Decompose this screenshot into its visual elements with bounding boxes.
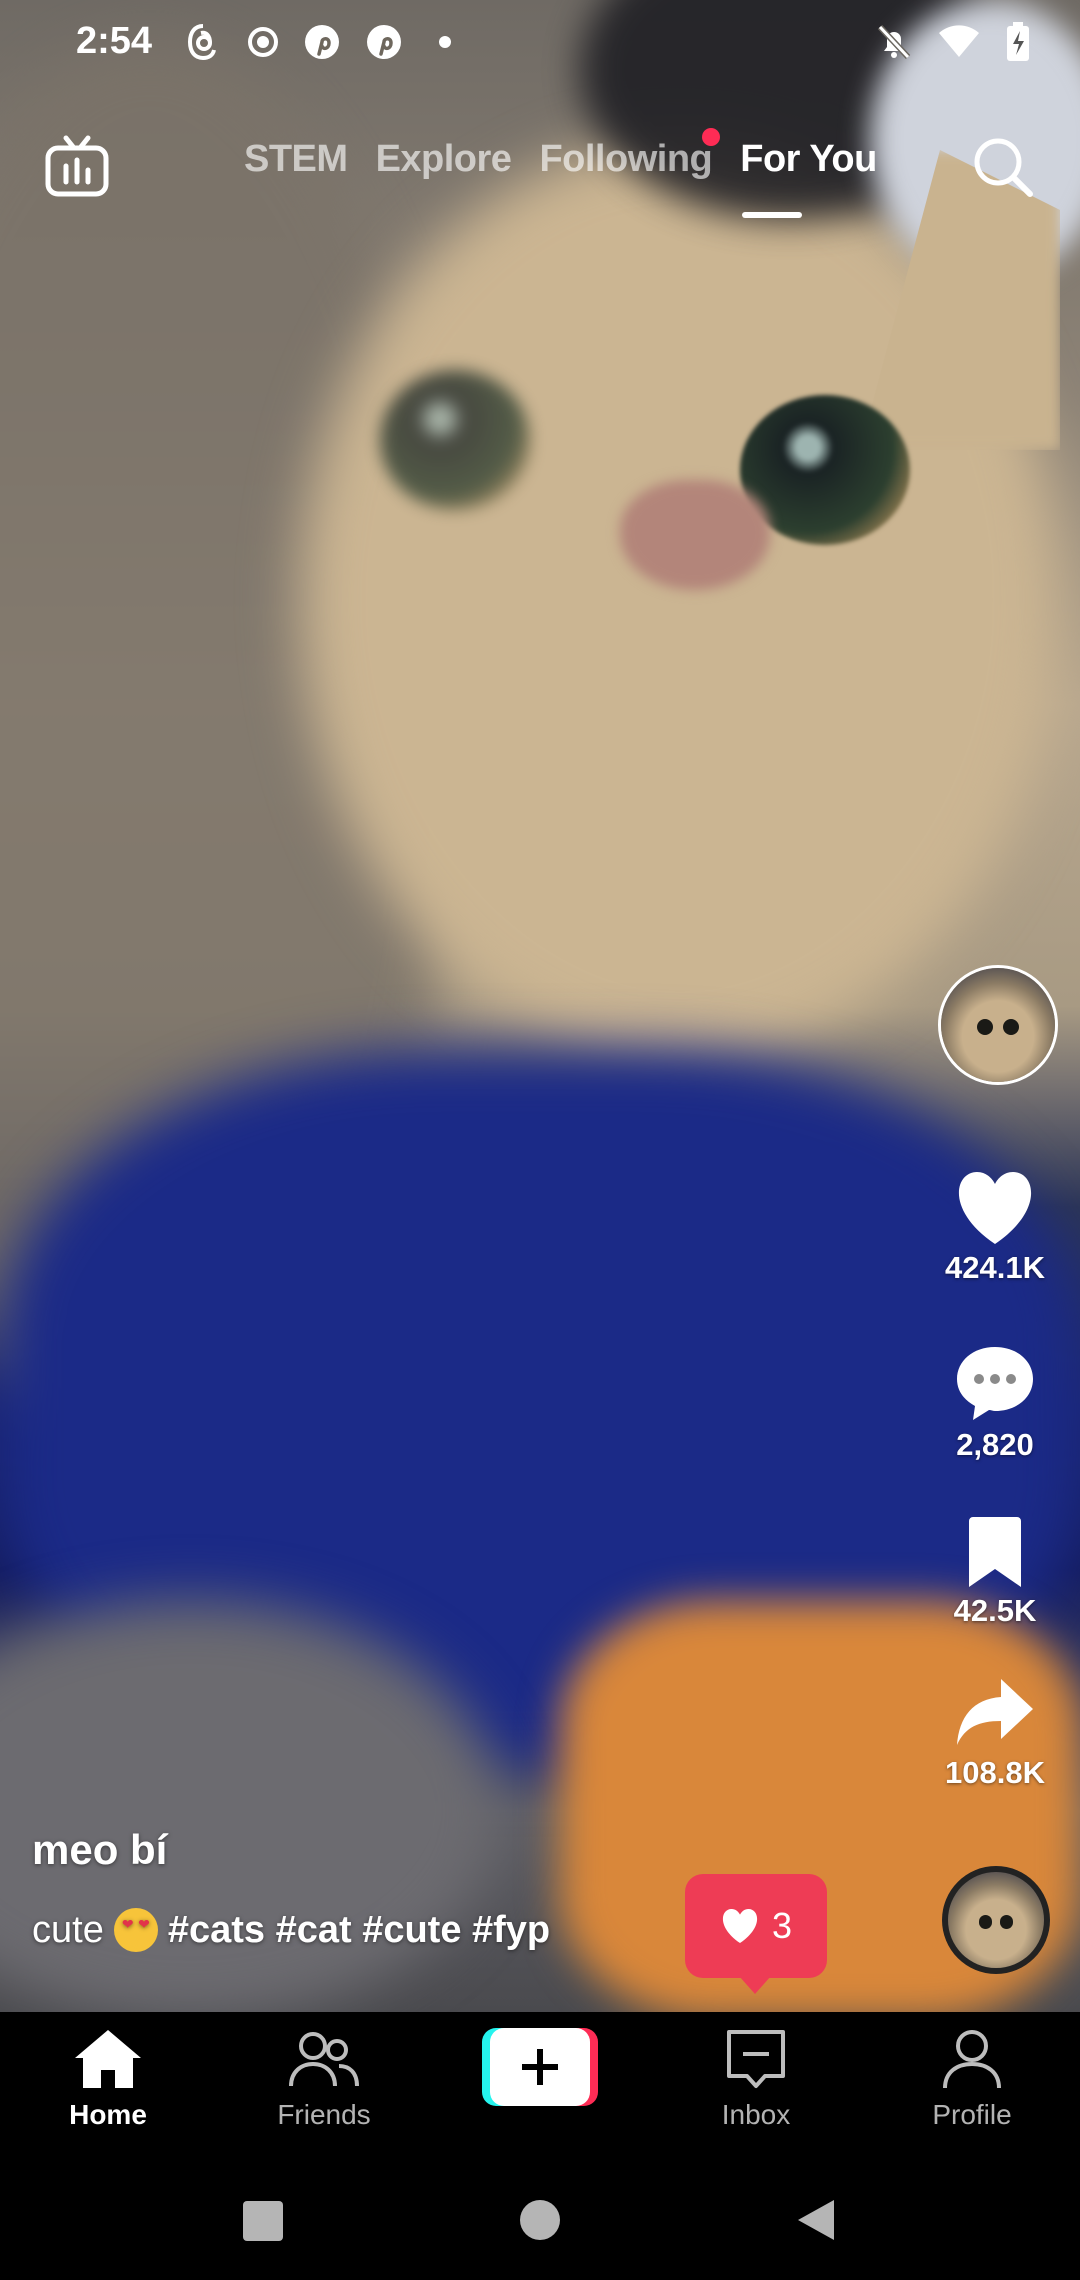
heart-eyes-emoji-icon (113, 1908, 158, 1952)
tab-following-label: Following (539, 138, 713, 180)
friends-icon (289, 2032, 359, 2087)
tab-following[interactable]: Following (539, 128, 721, 181)
plus-icon (522, 2049, 558, 2085)
home-icon (75, 2030, 141, 2088)
tab-explore[interactable]: Explore (376, 138, 512, 181)
nav-friends[interactable]: Friends (224, 2028, 424, 2131)
status-time: 2:54 (76, 20, 153, 62)
heart-icon (958, 1172, 1032, 1244)
search-icon (974, 138, 1033, 197)
like-notification-bubble[interactable]: 3 (685, 1874, 827, 1994)
circle-icon (520, 2200, 560, 2240)
comment-icon (957, 1347, 1033, 1420)
tiktok-feed-screen: 2:54 STEM Explore Following For You 424.… (0, 0, 1080, 2280)
creator-avatar[interactable] (938, 965, 1058, 1085)
square-icon (243, 2201, 283, 2241)
save-button[interactable]: 42.5K (930, 1515, 1060, 1629)
nav-profile[interactable]: Profile (872, 2028, 1072, 2131)
live-tv-button[interactable] (44, 134, 110, 200)
active-tab-indicator (742, 212, 802, 218)
nav-profile-label: Profile (932, 2099, 1012, 2130)
like-count: 424.1K (945, 1250, 1045, 1285)
tab-for-you[interactable]: For You (740, 138, 877, 181)
bottom-navigation: Home Friends Inbox Profile (0, 2012, 1080, 2162)
music-disc[interactable] (942, 1866, 1050, 1974)
recents-button[interactable] (242, 2200, 284, 2247)
comment-count: 2,820 (956, 1427, 1034, 1462)
heart-icon (722, 1908, 758, 1944)
video-description[interactable]: cute #cats #cat #cute #fyp (32, 1908, 550, 1952)
top-navigation: STEM Explore Following For You (0, 120, 1080, 240)
inbox-icon (727, 2030, 785, 2088)
notification-dot (702, 128, 721, 146)
profile-icon (943, 2030, 1001, 2089)
like-button[interactable]: 424.1K (930, 1170, 1060, 1286)
comment-button[interactable]: 2,820 (930, 1343, 1060, 1463)
avatar-image (941, 968, 1055, 1082)
share-button[interactable]: 108.8K (930, 1675, 1060, 1791)
dot-icon (438, 22, 452, 62)
hashtags[interactable]: #cats #cat #cute #fyp (168, 1909, 550, 1952)
nav-friends-label: Friends (277, 2099, 371, 2130)
save-count: 42.5K (953, 1593, 1037, 1628)
nav-home[interactable]: Home (8, 2028, 208, 2131)
nav-inbox[interactable]: Inbox (656, 2028, 856, 2131)
share-count: 108.8K (945, 1755, 1045, 1790)
nav-inbox-label: Inbox (721, 2099, 791, 2130)
record-icon (246, 22, 280, 62)
nav-home-label: Home (69, 2099, 147, 2130)
like-notification-count: 3 (771, 1905, 793, 1946)
bookmark-icon (969, 1517, 1021, 1587)
bell-off-icon (876, 23, 912, 66)
description-text: cute (32, 1908, 104, 1951)
battery-charging-icon (1006, 22, 1030, 67)
home-system-button[interactable] (518, 2198, 562, 2247)
live-tv-icon (45, 135, 109, 197)
status-bar: 2:54 (0, 0, 1080, 86)
music-cover-image (948, 1872, 1044, 1968)
search-button[interactable] (970, 134, 1036, 200)
threads-icon (186, 22, 220, 62)
share-icon (957, 1679, 1033, 1745)
pinterest-icon (366, 22, 402, 62)
tab-stem[interactable]: STEM (244, 138, 348, 181)
back-button[interactable] (796, 2198, 836, 2247)
wifi-icon (938, 25, 980, 64)
creator-username[interactable]: meo bí (32, 1826, 550, 1874)
pinterest-icon (304, 22, 340, 62)
system-navigation-bar (0, 2162, 1080, 2280)
video-player[interactable] (0, 0, 1080, 2012)
back-triangle-icon (798, 2200, 834, 2240)
create-button[interactable] (482, 2028, 598, 2106)
video-caption: meo bí cute #cats #cat #cute #fyp (32, 1826, 550, 1952)
